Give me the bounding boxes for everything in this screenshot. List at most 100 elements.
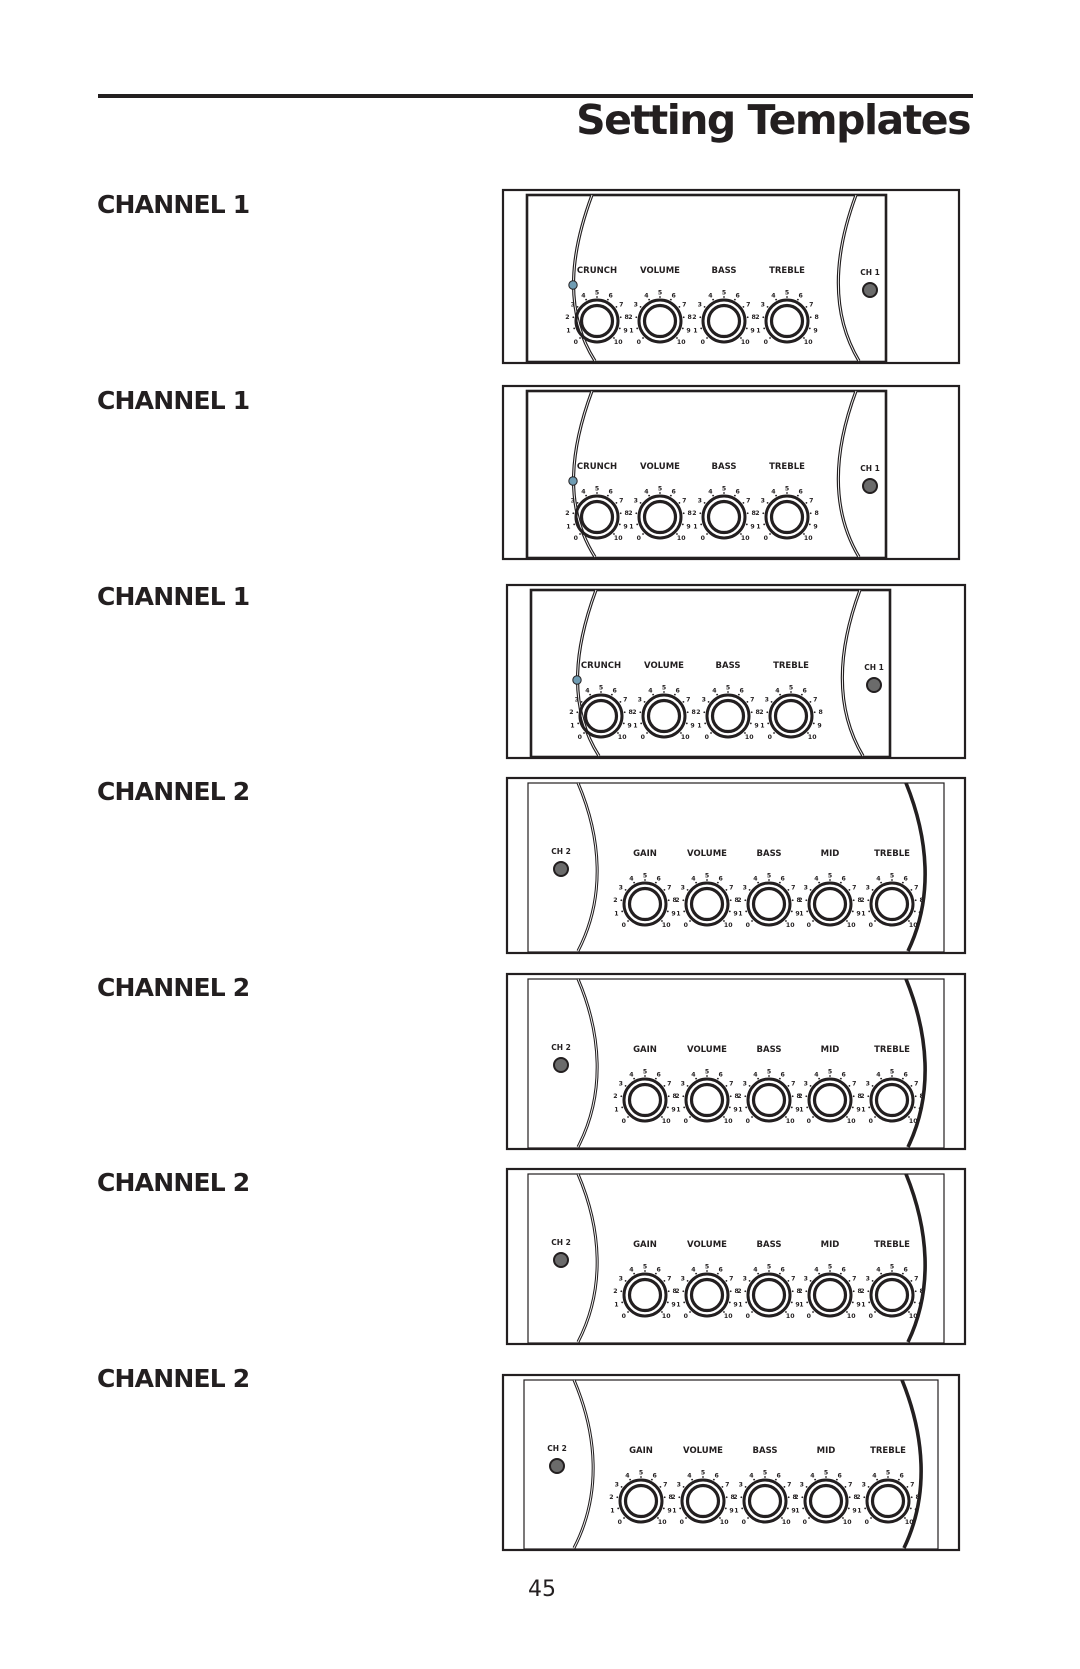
knob-scale-mark: 1 bbox=[738, 1106, 742, 1113]
knob-label: TREBLE bbox=[769, 266, 805, 276]
knob-scale-mark: 6 bbox=[612, 688, 616, 695]
tick-dot bbox=[740, 533, 742, 535]
knob-scale-mark: 9 bbox=[733, 1301, 737, 1308]
tick-dot bbox=[644, 1270, 646, 1272]
channel-select-button[interactable] bbox=[553, 1057, 569, 1073]
tick-dot bbox=[624, 1084, 627, 1087]
channel-select-button[interactable] bbox=[553, 1252, 569, 1268]
knob-scale-mark: 0 bbox=[746, 1118, 751, 1125]
knob-scale-mark: 0 bbox=[807, 922, 812, 929]
tick-dot bbox=[748, 1084, 751, 1087]
tick-dot bbox=[867, 1290, 870, 1293]
amp-panel-drawing: CH 2 GAIN01234 5 678910VOLUME01234 5 678910BA… bbox=[505, 972, 967, 1151]
knob-scale-mark: 10 bbox=[724, 1313, 733, 1320]
knob-scale-mark: 1 bbox=[861, 910, 865, 917]
tick-dot bbox=[699, 316, 702, 319]
tick-dot bbox=[657, 1517, 659, 1519]
knob-scale-mark: 5 bbox=[767, 873, 771, 880]
tick-dot bbox=[683, 1106, 686, 1109]
tick-dot bbox=[910, 1279, 913, 1282]
tick-dot bbox=[778, 1272, 781, 1275]
amp-panel-template: CH 2 GAIN 0 1 2 3 4 5 6 7 8 9 10 VOLUME 0 1 2 3 4 5 6 7 8 9 10 BA… bbox=[501, 1373, 961, 1552]
tick-dot bbox=[746, 700, 749, 703]
knob-scale-mark: 8 bbox=[919, 1288, 923, 1295]
knob-scale-mark: 1 bbox=[610, 1507, 614, 1514]
channel-select-button[interactable] bbox=[862, 478, 878, 494]
tick-dot bbox=[642, 337, 644, 339]
amp-panel-drawing: CRUNCH01234 5 678910VOLUME01234 5 678910BASS… bbox=[501, 188, 961, 365]
knob-scale-mark: 1 bbox=[693, 327, 697, 334]
knob-scale-mark: 2 bbox=[860, 897, 864, 904]
tick-dot bbox=[689, 1311, 691, 1313]
knob-scale-mark: 3 bbox=[866, 1080, 870, 1087]
tick-dot bbox=[723, 1311, 725, 1313]
tick-dot bbox=[585, 298, 588, 301]
amp-panel-drawing: CRUNCH01234 5 678910VOLUME01234 5 678910BASS… bbox=[501, 384, 961, 561]
knob-scale-mark: 4 bbox=[876, 1267, 881, 1274]
knob-scale-mark: 9 bbox=[667, 1507, 671, 1514]
tick-dot bbox=[812, 1116, 814, 1118]
tick-dot bbox=[745, 1106, 748, 1109]
knob-scale-mark: 6 bbox=[739, 688, 743, 695]
tick-dot bbox=[572, 316, 575, 319]
knob-scale-mark: 9 bbox=[813, 523, 817, 530]
knob-scale-mark: 6 bbox=[735, 489, 739, 496]
knob-scale-mark: 4 bbox=[644, 489, 649, 496]
tick-dot bbox=[624, 1279, 627, 1282]
tick-dot bbox=[914, 1095, 917, 1098]
knob-label: CRUNCH bbox=[581, 661, 621, 671]
knob-scale-mark: 9 bbox=[856, 1106, 860, 1113]
knob-scale-mark: 7 bbox=[809, 301, 813, 308]
tick-dot bbox=[725, 1279, 728, 1282]
tick-dot bbox=[805, 1290, 808, 1293]
knob-scale-mark: 9 bbox=[817, 722, 821, 729]
knob-scale-mark: 7 bbox=[682, 497, 686, 504]
tick-dot bbox=[887, 1476, 889, 1478]
channel-select-button[interactable] bbox=[549, 1458, 565, 1474]
knob-scale-mark: 4 bbox=[771, 489, 776, 496]
knob-scale-mark: 6 bbox=[656, 876, 660, 883]
knob-scale-mark: 4 bbox=[691, 1267, 696, 1274]
tick-dot bbox=[666, 1106, 669, 1109]
knob-cap bbox=[874, 886, 910, 922]
knob-scale-mark: 10 bbox=[724, 922, 733, 929]
tick-dot bbox=[725, 888, 728, 891]
tick-dot bbox=[636, 523, 639, 526]
tick-dot bbox=[620, 899, 623, 902]
tick-dot bbox=[669, 494, 672, 497]
tick-dot bbox=[644, 879, 646, 881]
tick-dot bbox=[901, 1077, 904, 1080]
knob-cap bbox=[706, 499, 742, 535]
knob-label: GAIN bbox=[633, 1240, 657, 1250]
tick-dot bbox=[676, 337, 678, 339]
tick-dot bbox=[805, 501, 808, 504]
tick-dot bbox=[745, 1301, 748, 1304]
knob-scale-mark: 7 bbox=[914, 1080, 918, 1087]
knob-scale-mark: 0 bbox=[803, 1519, 808, 1526]
tick-dot bbox=[805, 899, 808, 902]
tick-dot bbox=[704, 722, 707, 725]
tick-dot bbox=[774, 1478, 777, 1481]
knob-scale-mark: 1 bbox=[799, 910, 803, 917]
tick-dot bbox=[576, 711, 579, 714]
tick-dot bbox=[901, 881, 904, 884]
tick-dot bbox=[682, 700, 685, 703]
knob-scale-mark: 5 bbox=[726, 685, 730, 692]
tick-dot bbox=[723, 296, 725, 298]
knob-scale-mark: 3 bbox=[681, 1275, 685, 1282]
tick-dot bbox=[773, 732, 775, 734]
knob-scale-mark: 10 bbox=[847, 922, 856, 929]
knob-scale-mark: 2 bbox=[565, 510, 569, 517]
knob-scale-mark: 8 bbox=[691, 709, 695, 716]
channel-select-button[interactable] bbox=[862, 282, 878, 298]
channel-select-button[interactable] bbox=[866, 677, 882, 693]
tick-dot bbox=[914, 1290, 917, 1293]
tick-dot bbox=[621, 910, 624, 913]
channel-select-button[interactable] bbox=[553, 861, 569, 877]
knob-scale-mark: 10 bbox=[804, 339, 813, 346]
tick-dot bbox=[719, 1517, 721, 1519]
knob-scale-mark: 3 bbox=[571, 497, 575, 504]
knob-label: BASS bbox=[757, 1045, 782, 1055]
tick-dot bbox=[728, 1106, 731, 1109]
knob-scale-mark: 2 bbox=[671, 1494, 675, 1501]
